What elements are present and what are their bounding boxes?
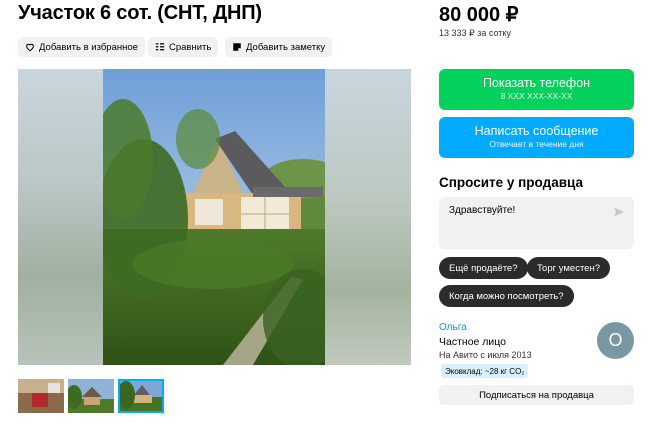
compare-label: Сравнить (169, 41, 212, 53)
write-message-button[interactable]: Написать сообщение Отвечает в течение дн… (439, 117, 634, 158)
compare-icon (155, 43, 165, 51)
seller-name-link[interactable]: Ольга (439, 322, 467, 333)
subscribe-button[interactable]: Подписаться на продавца (439, 385, 634, 405)
show-phone-button[interactable]: Показать телефон 8 XXX XXX-XX-XX (439, 69, 634, 110)
masked-phone: 8 XXX XXX-XX-XX (500, 91, 573, 101)
ask-seller-input[interactable]: Здравствуйте! (439, 197, 634, 249)
add-to-favorites-button[interactable]: Добавить в избранное (18, 37, 145, 57)
main-photo[interactable] (103, 69, 325, 365)
chip-still-selling[interactable]: Ещё продаёте? (439, 257, 528, 279)
chip-when-view[interactable]: Когда можно посмотреть? (439, 285, 574, 307)
send-icon[interactable] (613, 206, 625, 218)
seller-since: На Авито с июля 2013 (439, 350, 532, 360)
heart-icon (26, 43, 34, 52)
listing-title: Участок 6 сот. (СНТ, ДНП) (18, 2, 262, 24)
price-per-unit: 13 333 ₽ за сотку (439, 28, 511, 38)
thumbnail-strip (18, 379, 164, 413)
seller-type: Частное лицо (439, 336, 507, 348)
thumbnail-interior[interactable] (18, 379, 64, 413)
show-phone-label: Показать телефон (482, 76, 591, 90)
note-label: Добавить заметку (246, 41, 326, 53)
ask-seller-heading: Спросите у продавца (439, 175, 583, 190)
price: 80 000 ₽ (439, 4, 519, 26)
write-message-label: Написать сообщение (474, 124, 599, 138)
response-time: Отвечает в течение дня (489, 139, 584, 149)
eco-badge[interactable]: Эковклад: ~28 кг CO₂ (441, 364, 529, 378)
photo-gallery[interactable] (18, 69, 411, 365)
compare-button[interactable]: Сравнить (148, 37, 219, 57)
favorite-label: Добавить в избранное (39, 41, 138, 53)
gallery-blur-left (18, 69, 103, 365)
thumbnail-house[interactable] (68, 379, 114, 413)
note-icon (233, 43, 241, 51)
add-note-button[interactable]: Добавить заметку (225, 37, 333, 57)
gallery-blur-right (325, 69, 411, 365)
chip-negotiable[interactable]: Торг уместен? (527, 257, 610, 279)
avatar[interactable]: О (597, 322, 634, 359)
thumbnail-house-selected[interactable] (118, 379, 164, 413)
ask-input-text: Здравствуйте! (449, 205, 516, 216)
